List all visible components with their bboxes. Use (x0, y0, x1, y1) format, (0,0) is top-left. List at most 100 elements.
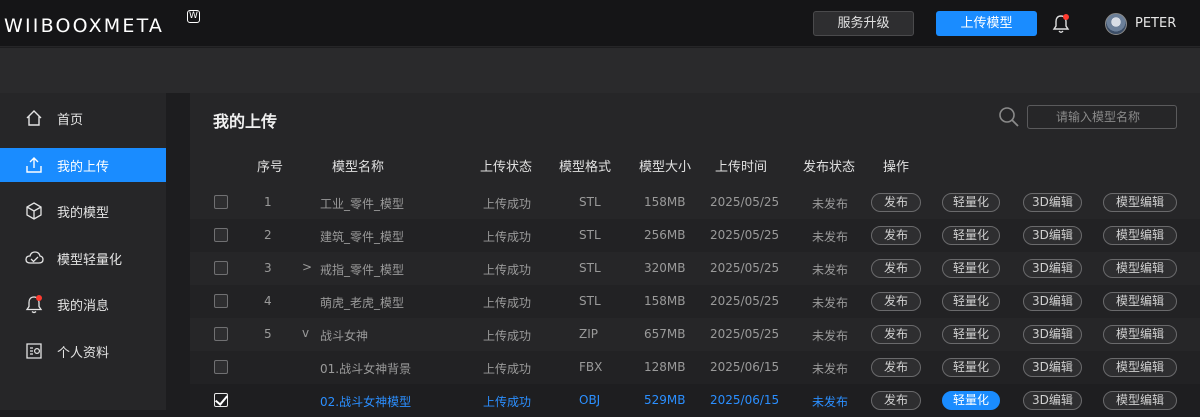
cell-name: 建筑_零件_模型 (320, 230, 405, 244)
3d-edit-button[interactable]: 3D编辑 (1023, 226, 1082, 245)
lightweight-button[interactable]: 轻量化 (942, 259, 1000, 278)
username[interactable]: PETER (1135, 16, 1176, 31)
row-checkbox[interactable] (214, 261, 228, 275)
cell-status: 上传成功 (483, 362, 532, 376)
table-row[interactable]: 1 上传成功 STL 158MB 2025/05/25 未发布 工业_零件_模型 发布 轻量化 3… (190, 186, 1200, 219)
lightweight-button[interactable]: 轻量化 (942, 325, 1000, 344)
lightweight-button[interactable]: 轻量化 (942, 292, 1000, 311)
publish-button[interactable]: 发布 (871, 292, 921, 311)
row-checkbox[interactable] (214, 393, 228, 407)
logo[interactable]: WIIBOOXMETA (4, 15, 164, 37)
model-edit-button[interactable]: 模型编辑 (1103, 391, 1177, 410)
sidebar-item-label: 首页 (57, 112, 84, 128)
row-checkbox[interactable] (214, 195, 228, 209)
row-checkbox[interactable] (214, 360, 228, 374)
sidebar-item-model[interactable]: 我的模型 (0, 194, 166, 228)
cell-publish: 未发布 (812, 362, 849, 376)
row-checkbox[interactable] (214, 294, 228, 308)
3d-edit-button[interactable]: 3D编辑 (1023, 358, 1082, 377)
cell-size: 128MB (644, 360, 686, 374)
3d-edit-button[interactable]: 3D编辑 (1023, 259, 1082, 278)
expand-toggle-icon[interactable]: v (302, 326, 309, 340)
row-checkbox[interactable] (214, 228, 228, 242)
sidebar-item-profile[interactable]: 个人资料 (0, 334, 166, 368)
cell-index: 1 (264, 195, 272, 209)
cell-size: 320MB (644, 261, 686, 275)
cell-format: STL (579, 228, 601, 242)
row-checkbox[interactable] (214, 327, 228, 341)
avatar[interactable] (1105, 13, 1127, 35)
cell-date: 2025/06/15 (710, 393, 780, 407)
col-name: 模型名称 (332, 160, 385, 175)
table-header: 序号 模型名称 上传状态 模型格式 模型大小 上传时间 发布状态 操作 (190, 148, 1200, 180)
main-panel: 我的上传 序号 模型名称 上传状态 模型格式 模型大小 上传时间 发布状态 操作… (190, 93, 1200, 417)
expand-toggle-icon[interactable]: > (302, 260, 312, 274)
home-icon (26, 110, 42, 126)
col-actions: 操作 (883, 160, 910, 175)
notification-bell-icon[interactable] (1051, 13, 1071, 35)
publish-button[interactable]: 发布 (871, 391, 921, 410)
model-edit-button[interactable]: 模型编辑 (1103, 358, 1177, 377)
cell-index: 2 (264, 228, 272, 242)
publish-button[interactable]: 发布 (871, 193, 921, 212)
top-bar: WIIBOOXMETA W 服务升级 上传模型 PETER (0, 0, 1200, 47)
col-publish: 发布状态 (803, 160, 856, 175)
table-row[interactable]: 上传成功 FBX 128MB 2025/06/15 未发布 01.战斗女神背景 发布 轻量化 3… (190, 351, 1200, 384)
search-icon[interactable] (998, 106, 1020, 128)
col-status: 上传状态 (480, 160, 533, 175)
model-edit-button[interactable]: 模型编辑 (1103, 193, 1177, 212)
cell-format: STL (579, 195, 601, 209)
cell-date: 2025/05/25 (710, 261, 780, 275)
upgrade-service-button[interactable]: 服务升级 (813, 11, 914, 36)
lightweight-button[interactable]: 轻量化 (942, 391, 1000, 410)
model-edit-button[interactable]: 模型编辑 (1103, 259, 1177, 278)
sidebar-item-upload[interactable]: 我的上传 (0, 148, 166, 182)
table-row[interactable]: 3 上传成功 STL 320MB 2025/05/25 未发布 > 戒指_零件_模型 发布 轻量化… (190, 252, 1200, 285)
model-edit-button[interactable]: 模型编辑 (1103, 292, 1177, 311)
sidebar-item-bell[interactable]: 我的消息 (0, 287, 166, 321)
table-row[interactable]: 上传成功 OBJ 529MB 2025/06/15 未发布 02.战斗女神模型 发布 轻量化 3… (190, 384, 1200, 417)
3d-edit-button[interactable]: 3D编辑 (1023, 193, 1082, 212)
upload-icon (26, 157, 42, 173)
cell-date: 2025/05/25 (710, 294, 780, 308)
cell-publish: 未发布 (812, 263, 849, 277)
cell-index: 3 (264, 261, 272, 275)
lightweight-button[interactable]: 轻量化 (942, 226, 1000, 245)
publish-button[interactable]: 发布 (871, 358, 921, 377)
cell-name: 01.战斗女神背景 (320, 362, 412, 376)
model-edit-button[interactable]: 模型编辑 (1103, 325, 1177, 344)
sidebar-item-label: 我的模型 (57, 205, 110, 221)
cell-name: 工业_零件_模型 (320, 197, 405, 211)
3d-edit-button[interactable]: 3D编辑 (1023, 292, 1082, 311)
col-date: 上传时间 (715, 160, 768, 175)
upload-model-button[interactable]: 上传模型 (936, 11, 1037, 36)
cell-name: 萌虎_老虎_模型 (320, 296, 405, 310)
table-row[interactable]: 2 上传成功 STL 256MB 2025/05/25 未发布 建筑_零件_模型 发布 轻量化 3… (190, 219, 1200, 252)
3d-edit-button[interactable]: 3D编辑 (1023, 325, 1082, 344)
search-input[interactable] (1027, 105, 1177, 129)
cell-index: 5 (264, 327, 272, 341)
bell-icon (25, 295, 43, 314)
cell-publish: 未发布 (812, 230, 849, 244)
model-edit-button[interactable]: 模型编辑 (1103, 226, 1177, 245)
sidebar-item-home[interactable]: 首页 (0, 101, 166, 135)
profile-icon (26, 343, 42, 359)
lightweight-button[interactable]: 轻量化 (942, 358, 1000, 377)
logo-mark-icon: W (187, 10, 200, 23)
col-size: 模型大小 (639, 160, 692, 175)
publish-button[interactable]: 发布 (871, 259, 921, 278)
sidebar-item-cloud-check[interactable]: 模型轻量化 (0, 241, 166, 275)
lightweight-button[interactable]: 轻量化 (942, 193, 1000, 212)
cell-date: 2025/05/25 (710, 327, 780, 341)
table-row[interactable]: 4 上传成功 STL 158MB 2025/05/25 未发布 萌虎_老虎_模型 发布 轻量化 3… (190, 285, 1200, 318)
3d-edit-button[interactable]: 3D编辑 (1023, 391, 1082, 410)
cell-name: 戒指_零件_模型 (320, 263, 405, 277)
publish-button[interactable]: 发布 (871, 226, 921, 245)
table-row[interactable]: 5 上传成功 ZIP 657MB 2025/05/25 未发布 v 战斗女神 发布 轻量化 3D编辑… (190, 318, 1200, 351)
publish-button[interactable]: 发布 (871, 325, 921, 344)
cell-size: 657MB (644, 327, 686, 341)
cell-format: OBJ (579, 393, 601, 407)
cell-status: 上传成功 (483, 197, 532, 211)
cell-size: 158MB (644, 294, 686, 308)
cell-name: 战斗女神 (320, 329, 369, 343)
